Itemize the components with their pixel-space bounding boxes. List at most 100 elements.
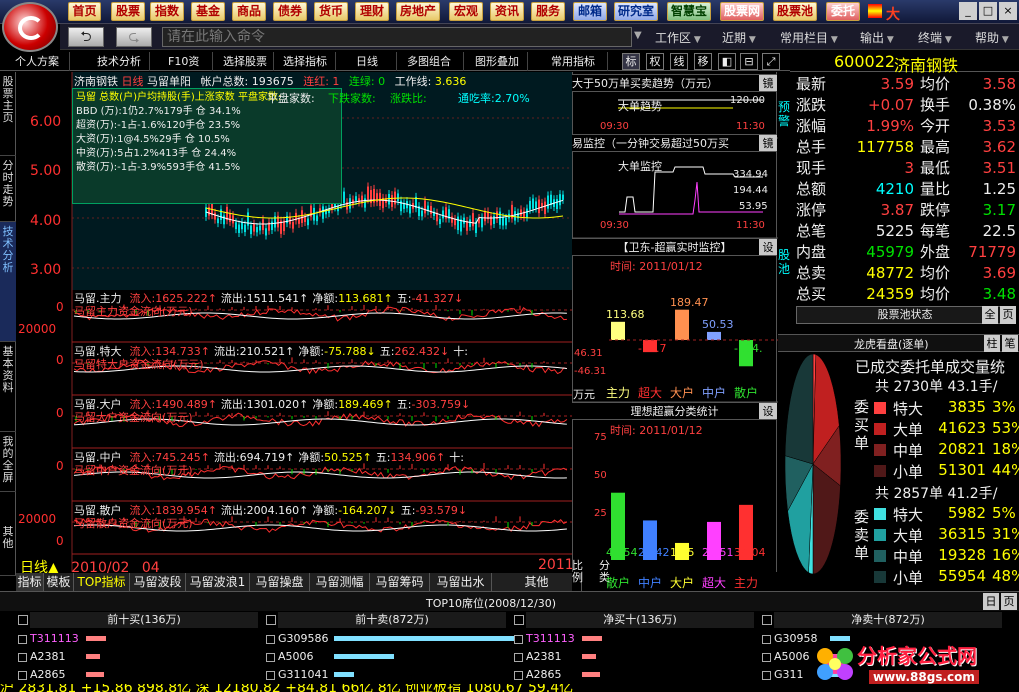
tab-8[interactable]: 常用指标 [548, 52, 608, 71]
top10-row[interactable]: T311113 [18, 630, 258, 648]
row-checkbox[interactable] [514, 634, 523, 644]
top10-col-checkbox-1[interactable] [266, 615, 276, 625]
ideal-settings-button[interactable]: 设 [759, 403, 777, 419]
bottom-tab-5[interactable]: 马留操盘 [250, 573, 310, 591]
bottom-tab-6[interactable]: 马留测幅 [310, 573, 370, 591]
top10-col-checkbox-0[interactable] [18, 615, 28, 625]
bottom-tab-8[interactable]: 马留出水 [430, 573, 492, 591]
maximize-icon[interactable]: □ [979, 2, 997, 20]
toolbar-menu-4[interactable]: 终端 ▼ [918, 29, 952, 46]
toolbar-menu-3[interactable]: 输出 ▼ [860, 29, 894, 46]
toolbar-menu-1[interactable]: 近期 ▼ [722, 29, 756, 46]
layout-icon-2[interactable]: ⤢ [762, 53, 780, 70]
row-checkbox[interactable] [762, 652, 771, 662]
row-checkbox[interactable] [762, 634, 771, 644]
tab-4[interactable]: 选择指标 [280, 52, 336, 71]
menu-15-button[interactable]: 股票网 [720, 2, 764, 21]
menu-8-button[interactable]: 房地产 [396, 2, 440, 21]
menu-0-button[interactable]: 首页 [68, 2, 101, 21]
tab-1[interactable]: 技术分析 [94, 52, 150, 71]
menu-5-button[interactable]: 债券 [273, 2, 307, 21]
command-input[interactable]: 请在此输入命令 [162, 27, 632, 47]
bottom-tab-1[interactable]: 模板 [44, 573, 74, 591]
tab-7[interactable]: 图形叠加 [472, 52, 528, 71]
row-checkbox[interactable] [18, 634, 27, 644]
small-tab-1[interactable]: 权 [646, 53, 664, 70]
menu-14-button[interactable]: 智慧宝 [667, 2, 711, 21]
toolbar-menu-2[interactable]: 常用栏目 ▼ [780, 29, 838, 46]
menu-9-button[interactable]: 宏观 [449, 2, 483, 21]
menu-4-button[interactable]: 商品 [232, 2, 266, 21]
pool-page-button[interactable]: 页 [1000, 306, 1016, 324]
menu-3-button[interactable]: 基金 [191, 2, 225, 21]
top10-col-checkbox-3[interactable] [762, 615, 772, 625]
site-watermark: 分析家公式网 www.88gs.com [807, 638, 1017, 690]
tab-3[interactable]: 选择股票 [220, 52, 274, 71]
left-tab-1[interactable]: 分时走势 [0, 156, 16, 222]
row-checkbox[interactable] [762, 670, 771, 680]
left-tab-5[interactable]: 其他 [0, 522, 16, 576]
menu-10-button[interactable]: 资讯 [490, 2, 524, 21]
row-checkbox[interactable] [266, 652, 275, 662]
back-button[interactable]: ⮌ [68, 27, 104, 47]
trend-settings-button[interactable]: 镜 [759, 75, 777, 91]
top10-day-button[interactable]: 日 [983, 593, 999, 610]
top10-row[interactable]: A2865 [18, 666, 258, 684]
left-tab-3[interactable]: 基本资料 [0, 342, 16, 432]
bottom-tab-4[interactable]: 马留波浪1 [186, 573, 250, 591]
bottom-tab-9[interactable]: 其他 [492, 573, 582, 591]
tab-6[interactable]: 多图组合 [404, 52, 464, 71]
minimize-icon[interactable]: _ [959, 2, 977, 20]
top10-row[interactable]: G309586 [266, 630, 514, 648]
top10-row[interactable]: A2381 [18, 648, 258, 666]
small-tab-0[interactable]: 标 [622, 53, 640, 70]
row-checkbox[interactable] [18, 670, 27, 680]
small-tab-3[interactable]: 移 [694, 53, 712, 70]
tab-0[interactable]: 个人方案 [12, 52, 70, 71]
monitor-settings-button[interactable]: 镜 [759, 135, 777, 151]
tab-2[interactable]: F10资料 [165, 52, 213, 87]
bottom-tab-0[interactable]: 指标 [16, 573, 44, 591]
menu-11-button[interactable]: 服务 [531, 2, 565, 21]
menu-7-button[interactable]: 理财 [355, 2, 389, 21]
menu-6-button[interactable]: 货币 [314, 2, 348, 21]
tab-5[interactable]: 日线 [353, 52, 397, 71]
menu-13-button[interactable]: 研究室 [614, 2, 658, 21]
top10-page-button[interactable]: 页 [1001, 593, 1017, 610]
left-tab-0[interactable]: 股票主页 [0, 72, 16, 156]
small-tab-2[interactable]: 线 [670, 53, 688, 70]
left-tab-2[interactable]: 技术分析 [0, 222, 16, 342]
menu-16-button[interactable]: 股票池 [773, 2, 817, 21]
layout-icon-0[interactable]: ◧ [718, 53, 736, 70]
forward-button[interactable]: ⮎ [116, 27, 152, 47]
command-dropdown-icon[interactable]: ▼ [634, 30, 642, 41]
top10-row[interactable]: A2865 [514, 666, 754, 684]
bottom-tab-7[interactable]: 马留筹码 [370, 573, 430, 591]
candle-body [493, 216, 495, 224]
close-icon[interactable]: × [999, 2, 1017, 20]
toolbar-menu-5[interactable]: 帮助 ▼ [975, 29, 1009, 46]
top10-row[interactable]: A5006 [266, 648, 506, 666]
pool-all-button[interactable]: 全 [982, 306, 998, 324]
chart-0-category-3: 中户 [702, 386, 727, 400]
super-settings-button[interactable]: 设 [759, 239, 777, 255]
left-tab-4[interactable]: 我的全屏 [0, 432, 16, 492]
top10-row[interactable]: A2381 [514, 648, 754, 666]
toolbar-menu-0[interactable]: 工作区 ▼ [655, 29, 701, 46]
menu-17-button[interactable]: 委托 [826, 2, 860, 21]
bottom-tab-3[interactable]: 马留波段 [130, 573, 186, 591]
top10-row[interactable]: G311041 [266, 666, 506, 684]
row-checkbox[interactable] [514, 670, 523, 680]
row-checkbox[interactable] [514, 652, 523, 662]
top10-row[interactable]: T311113 [514, 630, 754, 648]
bottom-tab-2[interactable]: TOP指标 [74, 573, 130, 591]
row-checkbox[interactable] [266, 634, 275, 644]
menu-1-button[interactable]: 股票 [111, 2, 145, 21]
chart-1-category-2: 大户 [670, 576, 695, 590]
layout-icon-1[interactable]: ⊟ [740, 53, 758, 70]
top10-col-checkbox-2[interactable] [514, 615, 524, 625]
menu-12-button[interactable]: 邮箱 [573, 2, 607, 21]
row-checkbox[interactable] [266, 670, 275, 680]
row-checkbox[interactable] [18, 652, 27, 662]
menu-2-button[interactable]: 指数 [150, 2, 184, 21]
